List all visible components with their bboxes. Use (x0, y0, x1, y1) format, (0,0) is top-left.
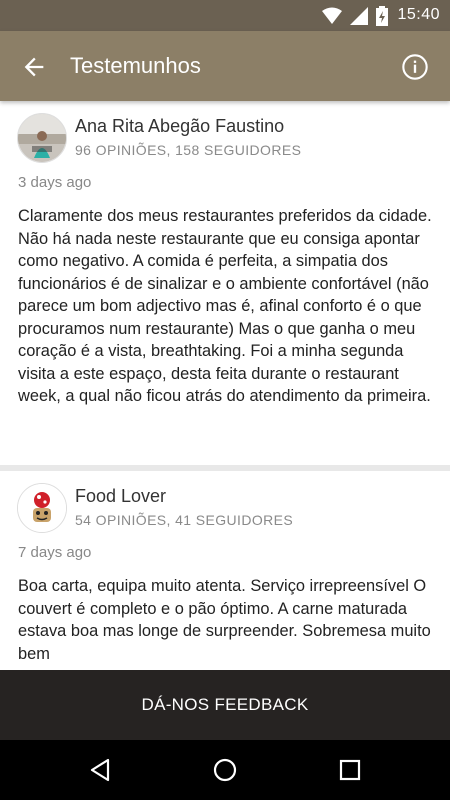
avatar (17, 483, 67, 533)
reviewer-name[interactable]: Food Lover (75, 486, 166, 507)
review-card: Ana Rita Abegão Faustino 96 OPINIÕES, 15… (0, 101, 450, 465)
feedback-button[interactable]: DÁ-NOS FEEDBACK (0, 670, 450, 740)
signal-icon (350, 7, 368, 25)
recents-nav-icon[interactable] (336, 756, 364, 784)
reviewer-stats: 96 OPINIÕES, 158 SEGUIDORES (75, 142, 302, 158)
reviewer-stats: 54 OPINIÕES, 41 SEGUIDORES (75, 512, 294, 528)
battery-icon (376, 6, 388, 26)
review-date: 7 days ago (18, 544, 92, 561)
app-bar: Testemunhos (0, 31, 450, 101)
review-text: Boa carta, equipa muito atenta. Serviço … (18, 577, 431, 663)
status-bar: 15:40 (0, 0, 450, 31)
review-text: Claramente dos meus restaurantes preferi… (18, 207, 432, 405)
reviews-list[interactable]: Ana Rita Abegão Faustino 96 OPINIÕES, 15… (0, 101, 450, 670)
status-time: 15:40 (397, 6, 440, 23)
avatar (17, 113, 67, 163)
back-arrow-icon[interactable] (20, 53, 48, 81)
page-title: Testemunhos (70, 53, 201, 78)
reviewer-name[interactable]: Ana Rita Abegão Faustino (75, 116, 284, 137)
back-nav-icon[interactable] (86, 756, 114, 784)
feedback-button-label: DÁ-NOS FEEDBACK (141, 695, 309, 714)
status-icons (322, 6, 388, 26)
review-date: 3 days ago (18, 174, 92, 191)
review-card: Food Lover 54 OPINIÕES, 41 SEGUIDORES 7 … (0, 471, 450, 670)
navigation-bar (0, 740, 450, 800)
info-icon[interactable] (401, 53, 429, 81)
wifi-icon (322, 7, 342, 24)
home-nav-icon[interactable] (211, 756, 239, 784)
